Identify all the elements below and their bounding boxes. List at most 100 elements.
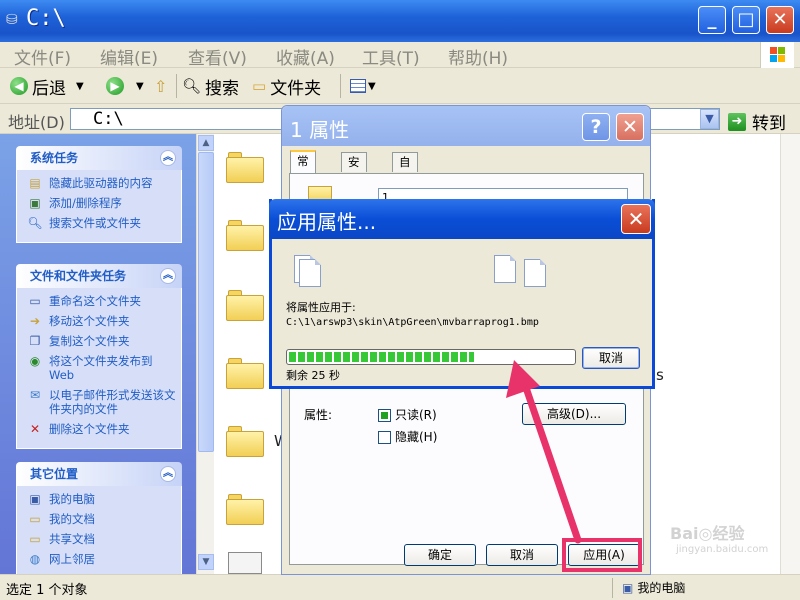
- computer-icon: ▣: [29, 492, 41, 506]
- file-list-scrollbar[interactable]: [780, 134, 800, 574]
- go-arrow-icon: ➜: [728, 112, 746, 131]
- folder-item[interactable]: [226, 494, 264, 525]
- status-location: ▣ 我的电脑: [622, 579, 685, 596]
- document-icon: [524, 259, 546, 287]
- properties-close-button[interactable]: ✕: [616, 113, 644, 141]
- progress-fill: [289, 352, 474, 362]
- folder-item[interactable]: [226, 426, 264, 457]
- watermark-site: jingyan.baidu.com: [676, 544, 769, 555]
- goto-button[interactable]: ➜ 转到: [728, 109, 786, 134]
- tab-security[interactable]: 安全: [341, 152, 367, 187]
- apply-progress-bar: [286, 349, 576, 365]
- advanced-button[interactable]: 高级(D)...: [522, 403, 626, 425]
- address-dropdown-icon[interactable]: ▼: [700, 109, 719, 129]
- task-search-files[interactable]: 🔍︎ 搜索文件或文件夹: [27, 216, 177, 230]
- apply-cancel-button[interactable]: 取消: [582, 347, 640, 369]
- task-label: 以电子邮件形式发送该文件夹内的文件: [49, 388, 176, 416]
- search-icon: 🔍︎: [182, 77, 202, 95]
- help-button[interactable]: ?: [582, 113, 610, 141]
- baidu-watermark-logo: Bai◎经验: [670, 524, 745, 543]
- views-icon: [350, 79, 366, 93]
- maximize-button[interactable]: □: [732, 6, 760, 34]
- task-publish-web[interactable]: ◉ 将这个文件夹发布到Web: [27, 354, 177, 382]
- folder-icon: ▭: [252, 77, 267, 95]
- task-move-folder[interactable]: ➔ 移动这个文件夹: [27, 314, 177, 328]
- task-delete-folder[interactable]: ✕ 删除这个文件夹: [27, 422, 177, 436]
- file-tasks-title: 文件和文件夹任务: [30, 269, 127, 283]
- minimize-button[interactable]: _: [698, 6, 726, 34]
- properties-list-icon: [494, 255, 516, 283]
- folders-button[interactable]: ▭ 文件夹: [252, 74, 321, 99]
- place-my-computer[interactable]: ▣ 我的电脑: [27, 492, 177, 506]
- folder-item[interactable]: [226, 290, 264, 321]
- readonly-checkbox[interactable]: 只读(R): [378, 406, 437, 423]
- tab-custom[interactable]: 自定义: [392, 152, 418, 205]
- menu-view[interactable]: 查看(V): [188, 44, 247, 69]
- menu-help[interactable]: 帮助(H): [448, 44, 508, 69]
- window-titlebar[interactable]: ⛁ C:\ _ □ ✕: [0, 0, 800, 42]
- task-label: 重命名这个文件夹: [49, 294, 141, 308]
- properties-titlebar[interactable]: 1 属性 ? ✕: [282, 106, 650, 146]
- system-tasks-title: 系统任务: [30, 151, 79, 165]
- menu-file[interactable]: 文件(F): [14, 44, 71, 69]
- current-file-path: C:\1\arswp3\skin\AtpGreen\mvbarraprog1.b…: [286, 317, 539, 328]
- other-places-header[interactable]: 其它位置 ︽: [16, 462, 182, 486]
- scroll-down-arrow-icon[interactable]: ▼: [198, 554, 214, 570]
- menu-edit[interactable]: 编辑(E): [100, 44, 158, 69]
- task-hide-drive-contents[interactable]: ▤ 隐藏此驱动器的内容: [27, 176, 177, 190]
- task-rename-folder[interactable]: ▭ 重命名这个文件夹: [27, 294, 177, 308]
- apply-dialog-close-button[interactable]: ✕: [621, 204, 651, 234]
- file-item-icon[interactable]: [228, 552, 262, 574]
- scroll-up-arrow-icon[interactable]: ▲: [198, 135, 214, 151]
- folder-item[interactable]: [226, 358, 264, 389]
- menu-favorites[interactable]: 收藏(A): [276, 44, 335, 69]
- window-title: C:\: [26, 6, 66, 31]
- up-folder-button[interactable]: ⇧: [154, 74, 167, 98]
- task-label: 删除这个文件夹: [49, 422, 130, 436]
- scroll-thumb[interactable]: [198, 152, 214, 452]
- place-shared-documents[interactable]: ▭ 共享文档: [27, 532, 177, 546]
- file-tasks-panel: 文件和文件夹任务 ︽ ▭ 重命名这个文件夹 ➔ 移动这个文件夹 ❐ 复制这个文件夹 ◉…: [16, 264, 182, 449]
- views-button[interactable]: ▼: [350, 74, 376, 98]
- folder-item[interactable]: [226, 220, 264, 251]
- apply-dialog-titlebar[interactable]: 应用属性... ✕: [269, 199, 655, 239]
- back-arrow-icon: ◀: [10, 77, 28, 95]
- task-copy-folder[interactable]: ❐ 复制这个文件夹: [27, 334, 177, 348]
- hidden-checkbox[interactable]: 隐藏(H): [378, 428, 437, 445]
- hide-contents-icon: ▤: [29, 176, 41, 190]
- collapse-chevron-icon[interactable]: ︽: [160, 150, 176, 166]
- place-label: 共享文档: [49, 532, 95, 546]
- ok-button[interactable]: 确定: [404, 544, 476, 566]
- cancel-button[interactable]: 取消: [486, 544, 558, 566]
- partial-folder-label: s: [656, 366, 664, 384]
- back-button[interactable]: ◀ 后退 ▼: [10, 74, 84, 99]
- place-network[interactable]: ◍ 网上邻居: [27, 552, 177, 566]
- file-tasks-header[interactable]: 文件和文件夹任务 ︽: [16, 264, 182, 288]
- collapse-chevron-icon[interactable]: ︽: [160, 466, 176, 482]
- folder-item[interactable]: [226, 152, 264, 183]
- computer-icon: ▣: [622, 580, 634, 595]
- system-tasks-header[interactable]: 系统任务 ︽: [16, 146, 182, 170]
- place-my-documents[interactable]: ▭ 我的文档: [27, 512, 177, 526]
- copy-icon: ❐: [29, 334, 41, 348]
- task-label: 添加/删除程序: [49, 196, 122, 210]
- menu-tools[interactable]: 工具(T): [362, 44, 420, 69]
- tab-general[interactable]: 常规: [290, 150, 316, 186]
- toolbar-separator: [176, 74, 177, 98]
- forward-dropdown-icon[interactable]: ▼: [136, 81, 144, 92]
- task-add-remove-programs[interactable]: ▣ 添加/删除程序: [27, 196, 177, 210]
- document-icon: [299, 259, 321, 287]
- task-email-files[interactable]: ✉ 以电子邮件形式发送该文件夹内的文件: [27, 388, 177, 416]
- collapse-chevron-icon[interactable]: ︽: [160, 268, 176, 284]
- back-dropdown-icon[interactable]: ▼: [76, 81, 84, 92]
- close-button[interactable]: ✕: [766, 6, 794, 34]
- status-location-label: 我的电脑: [637, 581, 686, 595]
- search-button[interactable]: 🔍︎ 搜索: [182, 74, 239, 99]
- apply-button[interactable]: 应用(A): [568, 544, 640, 566]
- forward-button[interactable]: ▶ ▼: [106, 74, 144, 98]
- task-pane-scrollbar[interactable]: ▲ ▼: [196, 134, 214, 574]
- address-value: C:\: [93, 109, 124, 129]
- task-label: 搜索文件或文件夹: [49, 216, 141, 230]
- email-icon: ✉: [29, 388, 41, 402]
- readonly-label: 只读(R): [395, 408, 437, 422]
